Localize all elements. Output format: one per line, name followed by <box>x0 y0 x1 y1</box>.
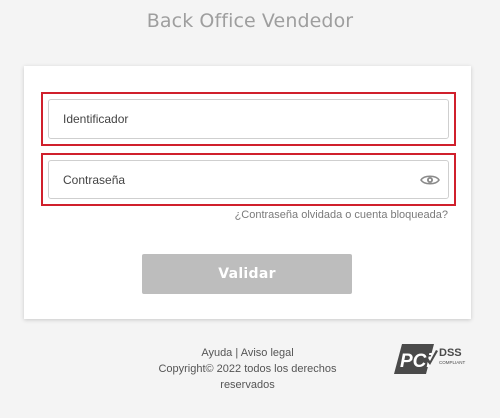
page-title: Back Office Vendedor <box>146 10 354 32</box>
password-input[interactable] <box>63 161 393 198</box>
footer-separator: | <box>235 347 239 359</box>
password-field-highlight <box>41 153 456 206</box>
login-card: ¿Contraseña olvidada o cuenta bloqueada?… <box>24 66 471 319</box>
help-link[interactable]: Ayuda <box>201 347 232 359</box>
forgot-password-link[interactable]: ¿Contraseña olvidada o cuenta bloqueada? <box>235 209 448 221</box>
compliant-logo-text: COMPLIANT <box>439 360 466 365</box>
pci-dss-compliant-logo: PCi DSS COMPLIANT <box>390 342 470 376</box>
show-password-eye-icon[interactable] <box>420 172 440 188</box>
copyright-text: Copyright© 2022 todos los derechos reser… <box>158 363 337 391</box>
username-field-highlight <box>41 92 456 146</box>
legal-link[interactable]: Aviso legal <box>241 347 294 359</box>
validar-button[interactable]: Validar <box>142 254 352 294</box>
username-field[interactable] <box>48 99 449 139</box>
footer: Ayuda | Aviso legal Copyright© 2022 todo… <box>140 345 355 393</box>
dss-logo-text: DSS <box>439 347 462 359</box>
password-field[interactable] <box>48 160 449 199</box>
username-input[interactable] <box>63 100 393 138</box>
footer-links: Ayuda | Aviso legal <box>140 345 355 361</box>
